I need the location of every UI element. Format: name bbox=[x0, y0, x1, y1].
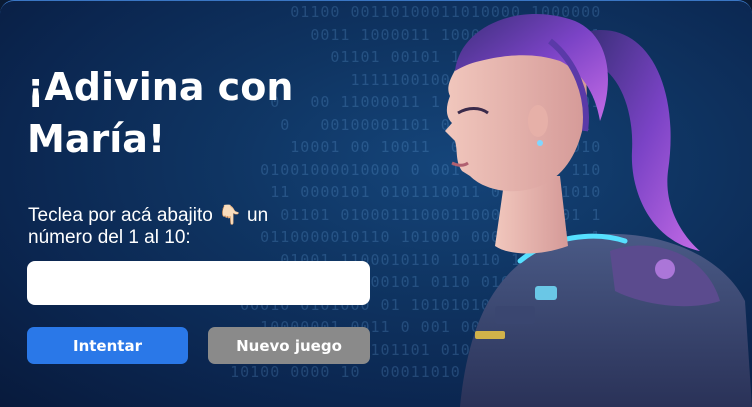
page-title: ¡Adivina con María! bbox=[27, 65, 294, 161]
new-game-button[interactable]: Nuevo juego bbox=[208, 327, 370, 364]
guess-input[interactable] bbox=[27, 261, 370, 305]
game-card: 01100 00110100011010000 1000000 0011 100… bbox=[0, 0, 752, 407]
maria-portrait-image bbox=[445, 14, 752, 407]
try-button[interactable]: Intentar bbox=[27, 327, 188, 364]
guess-prompt: Teclea por acá abajito 👇🏻 un número del … bbox=[28, 205, 269, 248]
